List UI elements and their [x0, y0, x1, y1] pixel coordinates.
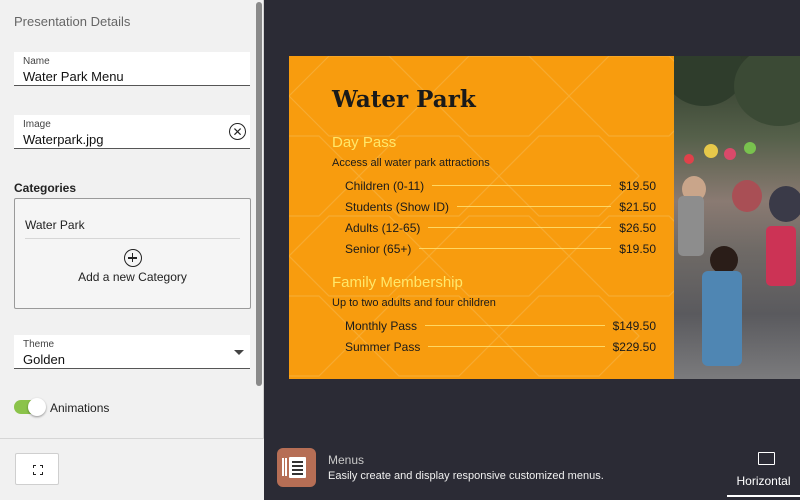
- fork-knife-icon: [282, 458, 287, 476]
- clear-circle-icon[interactable]: ✕: [229, 123, 246, 140]
- menu-title: Water Park: [332, 86, 476, 113]
- app-description: Easily create and display responsive cus…: [328, 470, 604, 482]
- image-field[interactable]: Image Waterpark.jpg ✕: [14, 115, 250, 149]
- menu-item: Senior (65+) $19.50: [345, 241, 656, 256]
- menu-item-price: $21.50: [619, 199, 656, 214]
- add-category-label: Add a new Category: [78, 270, 187, 284]
- menu-doc-icon: [289, 457, 306, 478]
- category-item[interactable]: Water Park: [25, 218, 240, 239]
- section-title: Day Pass: [332, 134, 397, 151]
- name-field-label: Name: [23, 56, 50, 67]
- animations-toggle[interactable]: [14, 398, 46, 416]
- menu-item: Monthly Pass $149.50: [345, 318, 656, 333]
- chevron-down-icon[interactable]: [234, 350, 244, 355]
- presentation-details-panel: Presentation Details Name Water Park Men…: [0, 0, 264, 500]
- menu-item-name: Students (Show ID): [345, 199, 450, 214]
- theme-select-label: Theme: [23, 339, 55, 350]
- menus-app-icon: [277, 448, 316, 487]
- image-field-label: Image: [23, 119, 51, 130]
- menu-item-price: $19.50: [619, 178, 656, 193]
- menu-item-price: $19.50: [619, 241, 656, 256]
- menu-item: Students (Show ID) $21.50: [345, 199, 656, 214]
- menu-item-name: Monthly Pass: [345, 318, 418, 333]
- panel-scrollbar[interactable]: [256, 2, 262, 386]
- add-circle-icon: [123, 249, 142, 267]
- image-field-value[interactable]: Waterpark.jpg: [23, 132, 103, 147]
- name-field-value[interactable]: Water Park Menu: [23, 69, 124, 84]
- fullscreen-button[interactable]: [15, 453, 59, 485]
- leader-line: [457, 206, 612, 207]
- app-name: Menus: [328, 453, 365, 467]
- menu-item: Summer Pass $229.50: [345, 339, 656, 354]
- categories-heading: Categories: [14, 181, 77, 195]
- theme-select-value[interactable]: Golden: [23, 352, 65, 367]
- name-field[interactable]: Name Water Park Menu: [14, 52, 250, 86]
- menu-preview: Water Park Day Pass Access all water par…: [289, 56, 800, 379]
- menu-item-price: $26.50: [619, 220, 656, 235]
- menu-item-name: Summer Pass: [345, 339, 421, 354]
- menu-item-name: Adults (12-65): [345, 220, 421, 235]
- leader-line: [425, 325, 605, 326]
- animations-label: Animations: [50, 401, 110, 415]
- panel-title: Presentation Details: [14, 14, 131, 29]
- horizontal-orientation-button[interactable]: Horizontal: [727, 444, 800, 500]
- waterpark-photo: [674, 56, 800, 379]
- section-description: Access all water park attractions: [332, 157, 490, 169]
- menu-item-price: $149.50: [612, 318, 656, 333]
- menu-item-name: Children (0-11): [345, 178, 425, 193]
- menu-item-name: Senior (65+): [345, 241, 412, 256]
- active-tab-indicator: [727, 495, 800, 497]
- categories-box: Water Park Add a new Category: [14, 198, 251, 309]
- menu-item: Children (0-11) $19.50: [345, 178, 656, 193]
- orientation-label: Horizontal: [736, 474, 791, 488]
- leader-line: [428, 346, 605, 347]
- fullscreen-icon: [33, 465, 43, 475]
- toggle-knob: [28, 398, 46, 416]
- menu-item: Adults (12-65) $26.50: [345, 220, 656, 235]
- monitor-icon: [758, 452, 775, 465]
- section-title: Family Membership: [332, 274, 463, 291]
- leader-line: [428, 227, 612, 228]
- leader-line: [419, 248, 612, 249]
- leader-line: [432, 185, 612, 186]
- menu-item-price: $229.50: [612, 339, 656, 354]
- theme-select[interactable]: Theme Golden: [14, 335, 250, 369]
- section-description: Up to two adults and four children: [332, 297, 496, 309]
- add-category-button[interactable]: Add a new Category: [15, 249, 250, 284]
